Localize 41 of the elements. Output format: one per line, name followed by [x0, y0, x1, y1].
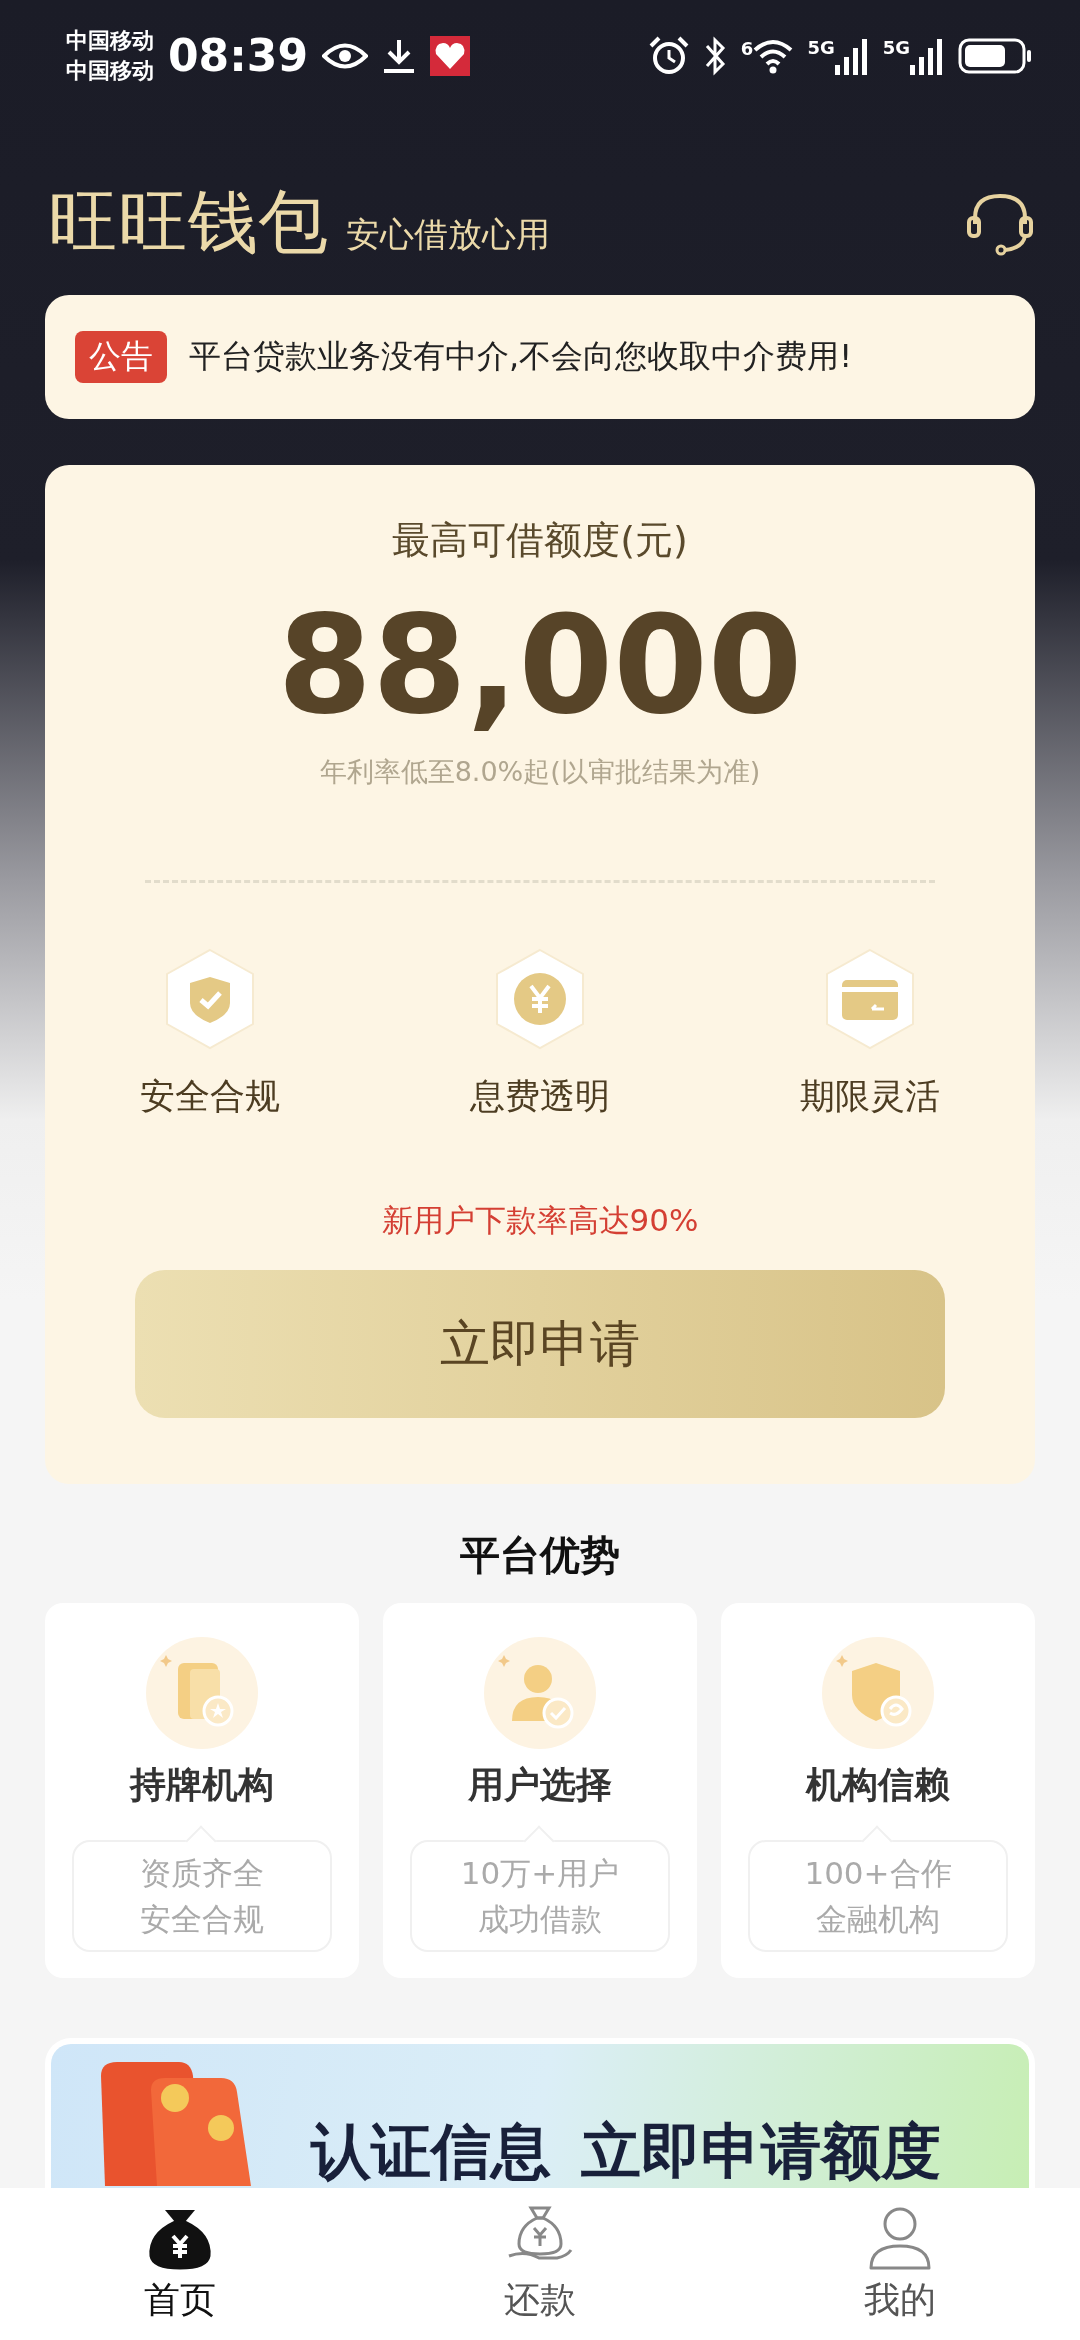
- banner-heading: 立即申请额度: [581, 2116, 941, 2186]
- alarm-icon: [648, 35, 689, 76]
- battery-icon: [958, 37, 1032, 74]
- app-title: 旺旺钱包: [48, 180, 328, 265]
- signal-icon: [834, 36, 869, 75]
- tab-bar-item[interactable]: 首页: [0, 2188, 360, 2340]
- network-type-label: 5G: [807, 36, 835, 58]
- advantage-title: 机构信赖: [806, 1763, 950, 1807]
- feature-label: 息费透明: [470, 1075, 610, 1118]
- promo-text: 新用户下款率高达90%: [381, 1201, 699, 1240]
- promo-banner[interactable]: 认证信息 立即申请额度: [45, 2038, 1035, 2188]
- banner-heading: 认证信息: [311, 2116, 551, 2186]
- description-text: 资质齐全: [140, 1854, 264, 1893]
- carrier-name: 中国移动: [66, 56, 154, 85]
- download-icon: [382, 37, 417, 74]
- app-notification-icon: [430, 35, 471, 76]
- notice-tag: 公告: [75, 330, 167, 383]
- apply-button[interactable]: 立即申请: [135, 1270, 945, 1418]
- advantage-title: 用户选择: [468, 1763, 612, 1807]
- app-slogan: 安心借放心用: [346, 213, 550, 256]
- feature-label: 安全合规: [140, 1075, 280, 1118]
- advantage-title: 持牌机构: [130, 1763, 274, 1807]
- feature-label: 期限灵活: [800, 1075, 940, 1118]
- carrier-name: 中国移动: [66, 26, 154, 55]
- description-text: 成功借款: [478, 1900, 602, 1939]
- credit-limit-label: 最高可借额度(元): [392, 517, 688, 564]
- clock-time: 08:39: [168, 30, 309, 82]
- section-title: 平台优势: [459, 1531, 621, 1580]
- notice-text: 平台贷款业务没有中介,不会向您收取中介费用!: [189, 335, 852, 377]
- tab-bar-item[interactable]: 我的: [720, 2188, 1080, 2340]
- description-text: 10万+用户: [460, 1854, 620, 1893]
- description-text: 金融机构: [816, 1900, 940, 1939]
- description-text: 安全合规: [140, 1900, 264, 1939]
- interest-rate-note: 年利率低至8.0%起(以审批结果为准): [319, 755, 761, 789]
- description-text: 100+合作: [804, 1854, 952, 1893]
- credit-limit-amount: 88,000: [277, 590, 803, 740]
- network-type-label: 5G: [882, 36, 910, 58]
- wifi-icon: [753, 37, 794, 74]
- tab-bar-item[interactable]: 还款: [360, 2188, 720, 2340]
- signal-icon: [910, 36, 944, 75]
- wifi-label: 6: [740, 37, 754, 59]
